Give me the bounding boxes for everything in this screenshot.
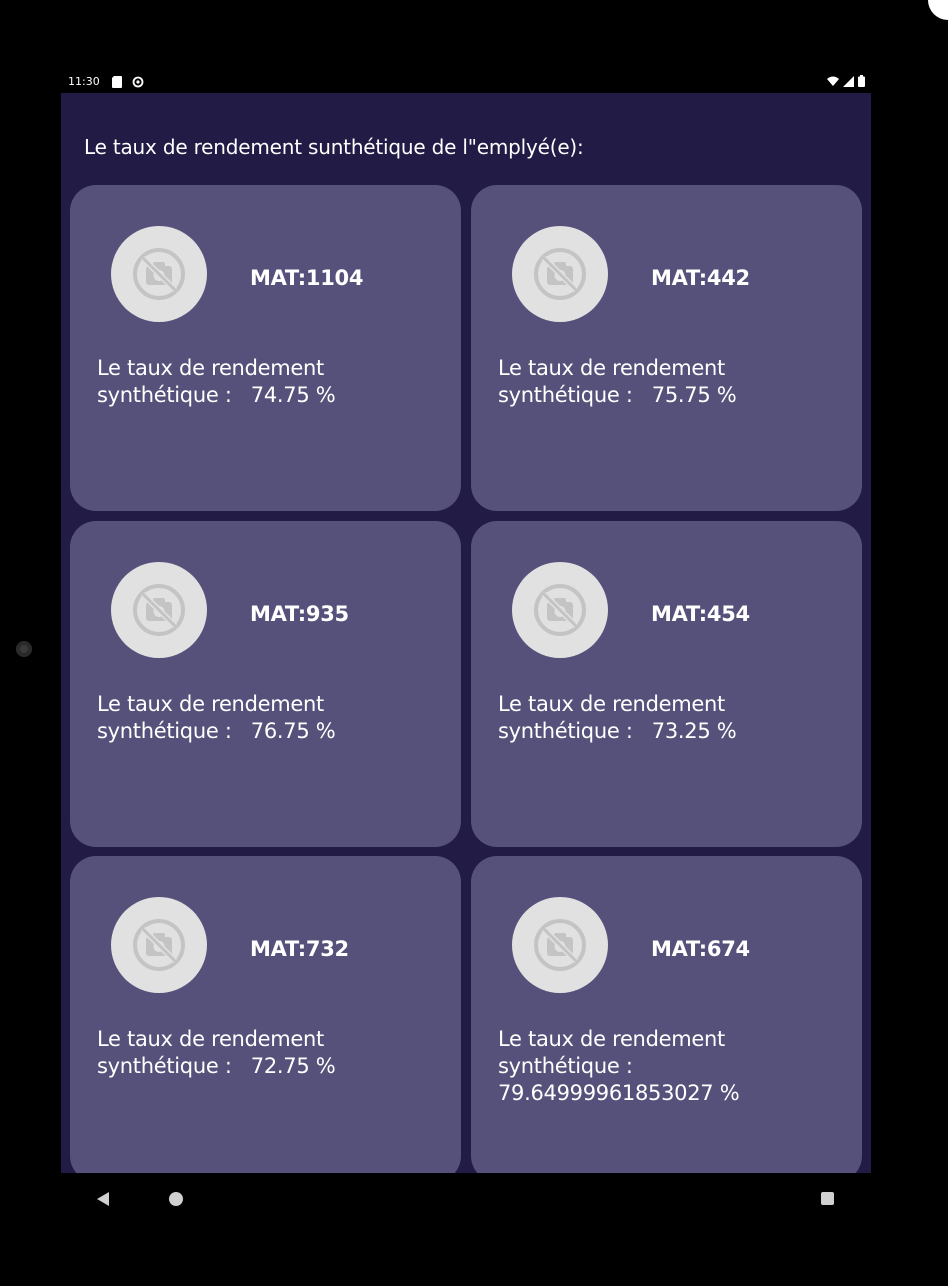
no-photo-icon	[133, 919, 185, 971]
status-right-icons	[827, 75, 865, 90]
signal-icon	[843, 75, 854, 90]
employee-mat: MAT:442	[651, 266, 750, 290]
tablet-device: 11:30 Le taux de rendement sunthétique d…	[0, 0, 948, 1286]
avatar	[111, 226, 207, 322]
rate-text: Le taux de rendement synthétique : 74.75…	[97, 355, 437, 409]
employee-card[interactable]: MAT:454 Le taux de rendement synthétique…	[471, 521, 862, 847]
rate-value: 74.75 %	[250, 383, 336, 407]
employee-card[interactable]: MAT:935 Le taux de rendement synthétique…	[70, 521, 461, 847]
wifi-icon	[827, 76, 839, 90]
rate-value: 75.75 %	[651, 383, 737, 407]
employee-mat: MAT:732	[250, 937, 349, 961]
navigation-bar	[61, 1173, 871, 1223]
rate-text: Le taux de rendement synthétique : 79.649…	[498, 1026, 838, 1107]
employee-card[interactable]: MAT:442 Le taux de rendement synthétique…	[471, 185, 862, 511]
no-photo-icon	[534, 248, 586, 300]
employee-mat: MAT:454	[651, 602, 750, 626]
bezel-corner	[928, 0, 948, 20]
recents-icon[interactable]	[821, 1192, 834, 1205]
app-screen: 11:30 Le taux de rendement sunthétique d…	[61, 71, 871, 1173]
rate-text: Le taux de rendement synthétique : 75.75…	[498, 355, 838, 409]
rate-value: 73.25 %	[651, 719, 737, 743]
rate-text: Le taux de rendement synthétique : 76.75…	[97, 691, 437, 745]
employee-card[interactable]: MAT:674 Le taux de rendement synthétique…	[471, 856, 862, 1173]
no-photo-icon	[133, 584, 185, 636]
avatar	[111, 897, 207, 993]
avatar	[111, 562, 207, 658]
no-photo-icon	[534, 584, 586, 636]
front-camera	[16, 641, 32, 657]
avatar	[512, 226, 608, 322]
rate-value: 72.75 %	[250, 1054, 336, 1078]
rate-text: Le taux de rendement synthétique : 72.75…	[97, 1026, 437, 1080]
status-bar: 11:30	[61, 71, 871, 93]
page-title: Le taux de rendement sunthétique de l"em…	[84, 135, 584, 159]
sd-card-icon	[112, 76, 123, 88]
battery-icon	[858, 75, 865, 90]
rate-value: 79.64999961853027 %	[498, 1081, 740, 1105]
sync-icon	[132, 76, 144, 88]
rate-value: 76.75 %	[250, 719, 336, 743]
employee-mat: MAT:935	[250, 602, 349, 626]
back-icon[interactable]	[97, 1192, 109, 1206]
employee-mat: MAT:674	[651, 937, 750, 961]
avatar	[512, 562, 608, 658]
no-photo-icon	[534, 919, 586, 971]
rate-text: Le taux de rendement synthétique : 73.25…	[498, 691, 838, 745]
rate-label: Le taux de rendement synthétique :	[498, 1027, 725, 1078]
status-time: 11:30	[68, 75, 100, 88]
no-photo-icon	[133, 248, 185, 300]
employee-card[interactable]: MAT:1104 Le taux de rendement synthétiqu…	[70, 185, 461, 511]
employee-mat: MAT:1104	[250, 266, 364, 290]
avatar	[512, 897, 608, 993]
employee-card[interactable]: MAT:732 Le taux de rendement synthétique…	[70, 856, 461, 1173]
home-icon[interactable]	[169, 1192, 183, 1206]
